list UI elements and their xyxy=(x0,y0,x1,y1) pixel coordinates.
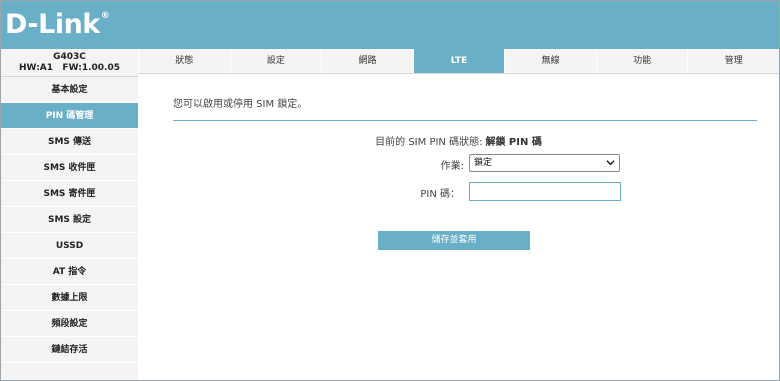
header-bar: D-Link® xyxy=(1,1,779,49)
tab-features[interactable]: 功能 xyxy=(595,49,688,73)
app-window: D-Link® G403C HW:A1 FW:1.00.05 基本設定 PIN … xyxy=(0,0,780,381)
sidebar-item-sms-outbox[interactable]: SMS 寄件匣 xyxy=(1,181,138,207)
sidebar-item-basic-settings[interactable]: 基本設定 xyxy=(1,77,138,103)
intro-text: 您可以啟用或停用 SIM 鎖定。 xyxy=(173,99,308,110)
sidebar-item-data-limit[interactable]: 數據上限 xyxy=(1,285,138,311)
chevron-down-icon xyxy=(606,160,615,166)
action-select-value: 鎖定 xyxy=(474,158,493,168)
sidebar-item-sms-inbox[interactable]: SMS 收件匣 xyxy=(1,155,138,181)
sidebar-item-sms-send[interactable]: SMS 傳送 xyxy=(1,129,138,155)
action-label: 作業: xyxy=(440,161,464,172)
sidebar: 基本設定 PIN 碼管理 SMS 傳送 SMS 收件匣 SMS 寄件匣 SMS … xyxy=(1,77,138,380)
sidebar-item-ussd[interactable]: USSD xyxy=(1,233,138,259)
main-content: 您可以啟用或停用 SIM 鎖定。 目前的 SIM PIN 碼狀態: 解鎖 PIN … xyxy=(138,75,779,380)
tab-lte[interactable]: LTE xyxy=(412,49,505,73)
top-tabs: 狀態 設定 網路 LTE 無線 功能 管理 xyxy=(138,49,779,74)
registered-mark: ® xyxy=(100,11,110,21)
tab-network[interactable]: 網路 xyxy=(321,49,413,73)
sim-pin-status-label: 目前的 SIM PIN 碼狀態: xyxy=(375,137,483,148)
sidebar-item-link-keepalive[interactable]: 鏈結存活 xyxy=(1,337,138,363)
logo-text: D-Link xyxy=(5,9,100,40)
sim-pin-status-value: 解鎖 PIN 碼 xyxy=(485,137,542,148)
divider xyxy=(173,120,757,121)
sidebar-item-pin-management[interactable]: PIN 碼管理 xyxy=(1,103,138,129)
sidebar-item-band-settings[interactable]: 頻段設定 xyxy=(1,311,138,337)
tab-management[interactable]: 管理 xyxy=(687,49,779,73)
pin-label: PIN 碼： xyxy=(420,189,460,200)
tab-wireless[interactable]: 無線 xyxy=(504,49,596,73)
device-info: G403C HW:A1 FW:1.00.05 xyxy=(1,49,138,77)
device-versions: HW:A1 FW:1.00.05 xyxy=(19,63,120,73)
sidebar-item-at-command[interactable]: AT 指令 xyxy=(1,259,138,285)
save-apply-button[interactable]: 儲存並套用 xyxy=(378,231,530,250)
pin-input[interactable] xyxy=(469,182,621,201)
sim-pin-status: 目前的 SIM PIN 碼狀態: 解鎖 PIN 碼 xyxy=(138,133,779,148)
tab-status[interactable]: 狀態 xyxy=(138,49,230,73)
sidebar-item-sms-settings[interactable]: SMS 設定 xyxy=(1,207,138,233)
dlink-logo: D-Link® xyxy=(5,9,110,40)
action-select[interactable]: 鎖定 xyxy=(469,154,620,172)
tab-settings[interactable]: 設定 xyxy=(229,49,322,73)
device-model: G403C xyxy=(53,52,86,62)
